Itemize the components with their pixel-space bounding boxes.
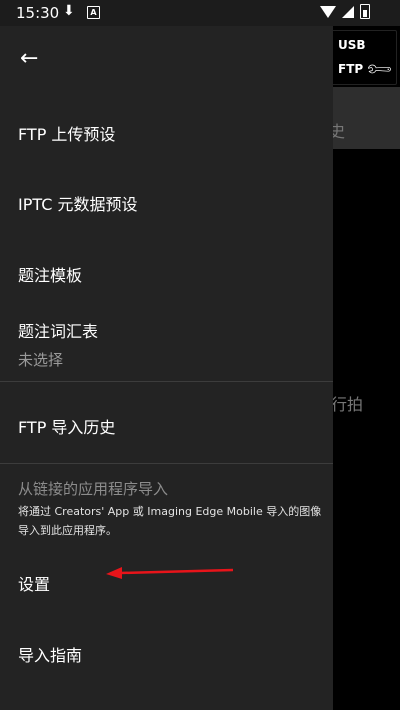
ftp-label: FTP — [338, 62, 364, 76]
menu-item-ftp-import-history[interactable]: FTP 导入历史 — [18, 414, 115, 438]
import-section-title: 从链接的应用程序导入 — [18, 480, 169, 498]
menu-item-iptc-presets[interactable]: IPTC 元数据预设 — [18, 191, 137, 215]
back-arrow-icon[interactable]: ← — [20, 46, 38, 71]
status-icons — [320, 4, 370, 19]
import-section-note: 将通过 Creators' App 或 Imaging Edge Mobile … — [18, 505, 322, 537]
annotation-arrow — [106, 567, 234, 579]
usb-label: USB — [338, 38, 366, 52]
menu-item-caption-glossary[interactable]: 题注词汇表 — [18, 318, 98, 342]
status-time: 15:30 — [16, 4, 60, 22]
annotation-arrow-head — [106, 567, 122, 579]
battery-icon — [360, 4, 370, 19]
wrench-icon[interactable]: 🔧︎ — [364, 54, 395, 85]
download-icon: ⬇ — [63, 3, 75, 19]
divider — [0, 463, 333, 464]
app-notification-icon: A — [87, 6, 100, 19]
status-bar: 15:30 ⬇ A — [0, 0, 400, 26]
menu-item-ftp-upload-presets[interactable]: FTP 上传预设 — [18, 121, 115, 145]
menu-item-settings[interactable]: 设置 — [18, 571, 50, 595]
background-text: 行拍 — [331, 395, 364, 414]
navigation-drawer: ← FTP 上传预设 IPTC 元数据预设 题注模板 题注词汇表 未选择 FTP… — [0, 26, 333, 710]
menu-item-import-guide[interactable]: 导入指南 — [18, 642, 82, 666]
annotation-arrow-line — [119, 568, 234, 575]
wifi-icon — [320, 5, 336, 18]
caption-glossary-status: 未选择 — [18, 351, 64, 369]
divider — [0, 381, 333, 382]
menu-item-caption-templates[interactable]: 题注模板 — [18, 262, 82, 286]
signal-icon — [342, 5, 354, 18]
